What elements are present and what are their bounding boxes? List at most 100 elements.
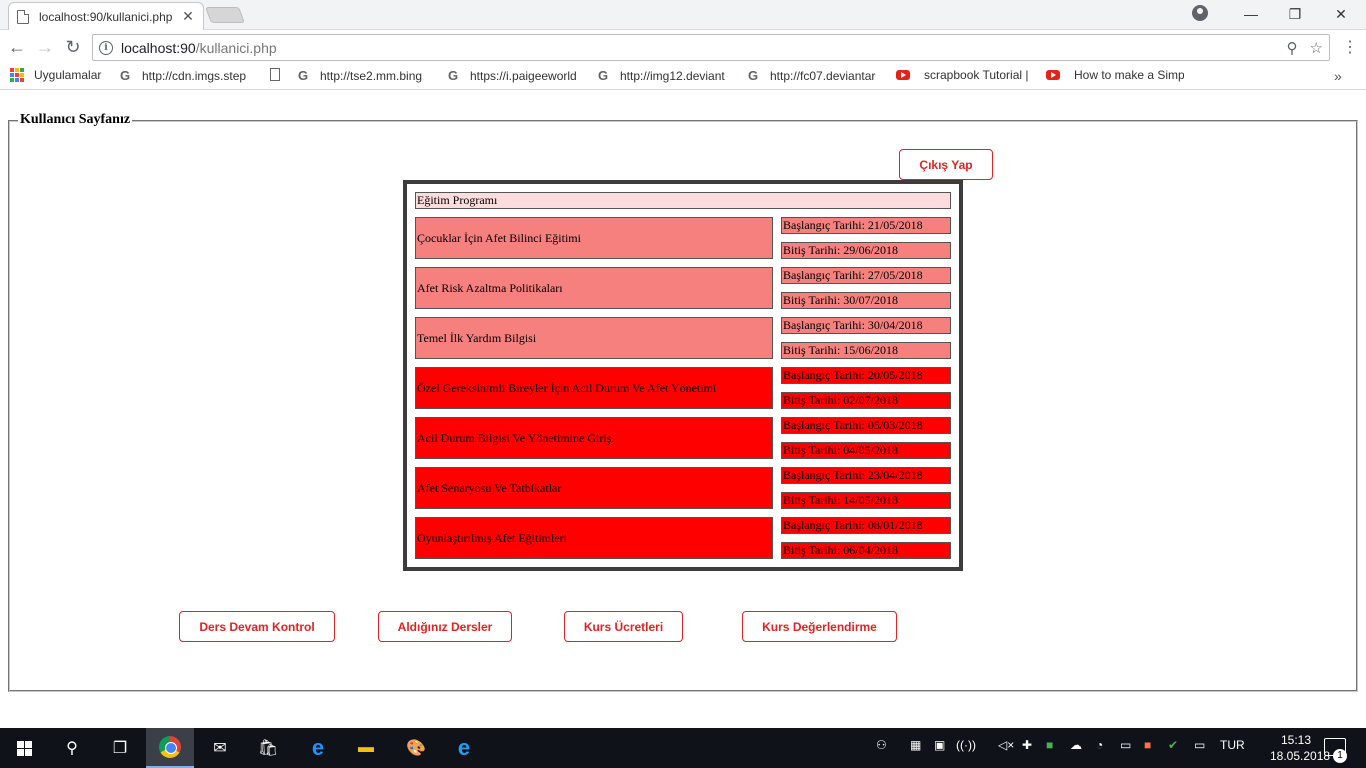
menu-icon[interactable]: ⋮ [1342,37,1358,57]
course-start-date: Başlangıç Tarihi: 27/05/2018 [781,267,951,284]
info-icon[interactable]: i [99,40,113,55]
youtube-icon [896,70,910,80]
volume-mute-icon[interactable]: ◁× [998,738,1014,752]
bookmark-label: https://i.paigeeworld [470,68,577,83]
google-icon: G [747,68,759,83]
bookmark-item[interactable] [270,68,292,81]
zoom-search-icon[interactable]: ⚲ [1287,39,1298,57]
new-tab-button[interactable] [205,7,245,23]
chrome-icon[interactable] [146,728,194,768]
course-name: Oyunlaştırılmış Afet Eğitimleri [415,517,773,559]
google-icon: G [119,68,131,83]
bookmark-item[interactable]: How to make a Simp [1046,68,1184,82]
google-icon: G [297,68,309,83]
clock-date: 18.05.2018 [1270,749,1331,763]
course-name: Özel Gereksinimli Bireyler İçin Acil Dur… [415,367,773,409]
tray-app-icon[interactable]: ■ [1144,738,1151,752]
browser-toolbar: ← → ↻ i localhost:90/kullanici.php ⚲ ☆ [0,30,1366,64]
language-indicator[interactable]: TUR [1220,738,1245,752]
document-icon [270,68,280,81]
profile-icon[interactable] [1192,5,1208,21]
course-start-date: Başlangıç Tarihi: 23/04/2018 [781,467,951,484]
youtube-icon [1046,70,1060,80]
program-title: Eğitim Programı [415,192,951,209]
course-start-date: Başlangıç Tarihi: 05/03/2018 [781,417,951,434]
bookmark-item[interactable]: G http://fc07.deviantar [746,68,880,83]
internet-explorer-icon[interactable]: e [440,728,488,768]
course-start-date: Başlangıç Tarihi: 20/05/2018 [781,367,951,384]
page-legend: Kullanıcı Sayfanız [18,112,133,128]
people-icon[interactable]: ⚇ [876,738,887,752]
task-view-icon[interactable]: ❐ [96,728,144,768]
course-fees-button[interactable]: Kurs Ücretleri [564,611,683,642]
tray-app-icon[interactable]: ▦ [910,738,921,752]
google-icon: G [447,68,459,83]
bookmark-item[interactable]: G http://tse2.mm.bing [296,68,430,83]
google-icon: G [597,68,609,83]
course-end-date: Bitiş Tarihi: 14/05/2018 [781,492,951,509]
browser-titlebar: localhost:90/kullanici.php ✕ — ❐ ✕ [0,0,1366,30]
course-name: Afet Risk Azaltma Politikaları [415,267,773,309]
tray-app-icon[interactable]: ✔ [1168,738,1178,752]
course-name: Afet Senaryosu Ve Tatbikatlar [415,467,773,509]
back-icon[interactable]: ← [6,36,28,58]
browser-tab[interactable]: localhost:90/kullanici.php ✕ [8,2,204,30]
course-name: Temel İlk Yardım Bilgisi [415,317,773,359]
clock-time: 15:13 [1280,733,1312,747]
course-name: Acil Durum Bilgisi Ve Yönetimine Giriş [415,417,773,459]
network-icon[interactable]: ▭ [1120,738,1131,752]
bookmark-item[interactable]: scrapbook Tutorial | [896,68,1034,82]
search-icon[interactable]: ⚲ [48,728,96,768]
store-icon[interactable]: 🛍 [244,728,292,768]
cloud-icon[interactable]: ☁ [1070,738,1082,752]
course-start-date: Başlangıç Tarihi: 30/04/2018 [781,317,951,334]
course-start-date: Başlangıç Tarihi: 21/05/2018 [781,217,951,234]
bookmark-label: http://cdn.imgs.step [142,68,247,83]
bookmark-label: http://fc07.deviantar [770,68,876,83]
url-path: /kullanici.php [195,39,277,56]
battery-icon[interactable]: ▭ [1194,738,1205,752]
wifi-icon[interactable]: ◔ [1096,738,1103,752]
course-end-date: Bitiş Tarihi: 04/05/2018 [781,442,951,459]
start-icon[interactable] [0,728,48,768]
forward-icon[interactable]: → [34,36,56,58]
bookmark-star-icon[interactable]: ☆ [1310,39,1323,57]
taken-courses-button[interactable]: Aldığınız Dersler [378,611,512,642]
page-icon [17,9,29,24]
bookmark-item[interactable]: G http://cdn.imgs.step [118,68,252,83]
course-start-date: Başlangıç Tarihi: 08/01/2018 [781,517,951,534]
notification-badge: 1 [1333,749,1347,763]
course-evaluation-button[interactable]: Kurs Değerlendirme [742,611,897,642]
reload-icon[interactable]: ↻ [62,36,84,58]
close-tab-icon[interactable]: ✕ [181,8,195,25]
address-bar[interactable]: i localhost:90/kullanici.php ⚲ ☆ [92,34,1330,61]
wireless-icon[interactable]: ((·)) [956,738,976,752]
url-host: localhost:90 [121,39,196,56]
attendance-check-button[interactable]: Ders Devam Kontrol [179,611,335,642]
bookmark-item[interactable]: G https://i.paigeeworld [446,68,580,83]
course-name: Çocuklar İçin Afet Bilinci Eğitimi [415,217,773,259]
paint-icon[interactable]: 🎨 [392,728,440,768]
tray-app-icon[interactable]: ▣ [934,738,945,752]
taskbar-clock[interactable]: 15:13 18.05.2018 [1270,732,1331,764]
tray-app-icon[interactable]: ✚ [1022,738,1032,752]
bookmark-item[interactable]: G http://img12.deviant [596,68,730,83]
logout-button[interactable]: Çıkış Yap [899,149,993,180]
course-end-date: Bitiş Tarihi: 06/04/2018 [781,542,951,559]
bookmark-label: Uygulamalar [34,68,102,82]
education-program-table: Eğitim Programı Çocuklar İçin Afet Bilin… [403,180,963,571]
windows-taskbar: ⚲ ❐ ✉ 🛍 e ▬ 🎨 e ⚇ ▦ ▣ ((·)) ◁× ✚ ■ ☁ ◔ ▭… [0,728,1366,768]
tray-app-icon[interactable]: ■ [1046,738,1053,752]
tab-title: localhost:90/kullanici.php [39,9,173,24]
restore-icon[interactable]: ❐ [1272,0,1318,28]
close-window-icon[interactable]: ✕ [1318,0,1364,28]
minimize-icon[interactable]: — [1228,0,1274,28]
file-explorer-icon[interactable]: ▬ [342,728,390,768]
bookmark-label: http://img12.deviant [620,68,725,83]
edge-icon[interactable]: e [294,728,342,768]
course-end-date: Bitiş Tarihi: 02/07/2018 [781,392,951,409]
bookmark-apps[interactable]: Uygulamalar [10,68,101,82]
more-bookmarks-icon[interactable]: » [1334,68,1342,84]
mail-icon[interactable]: ✉ [196,728,244,768]
course-end-date: Bitiş Tarihi: 15/06/2018 [781,342,951,359]
